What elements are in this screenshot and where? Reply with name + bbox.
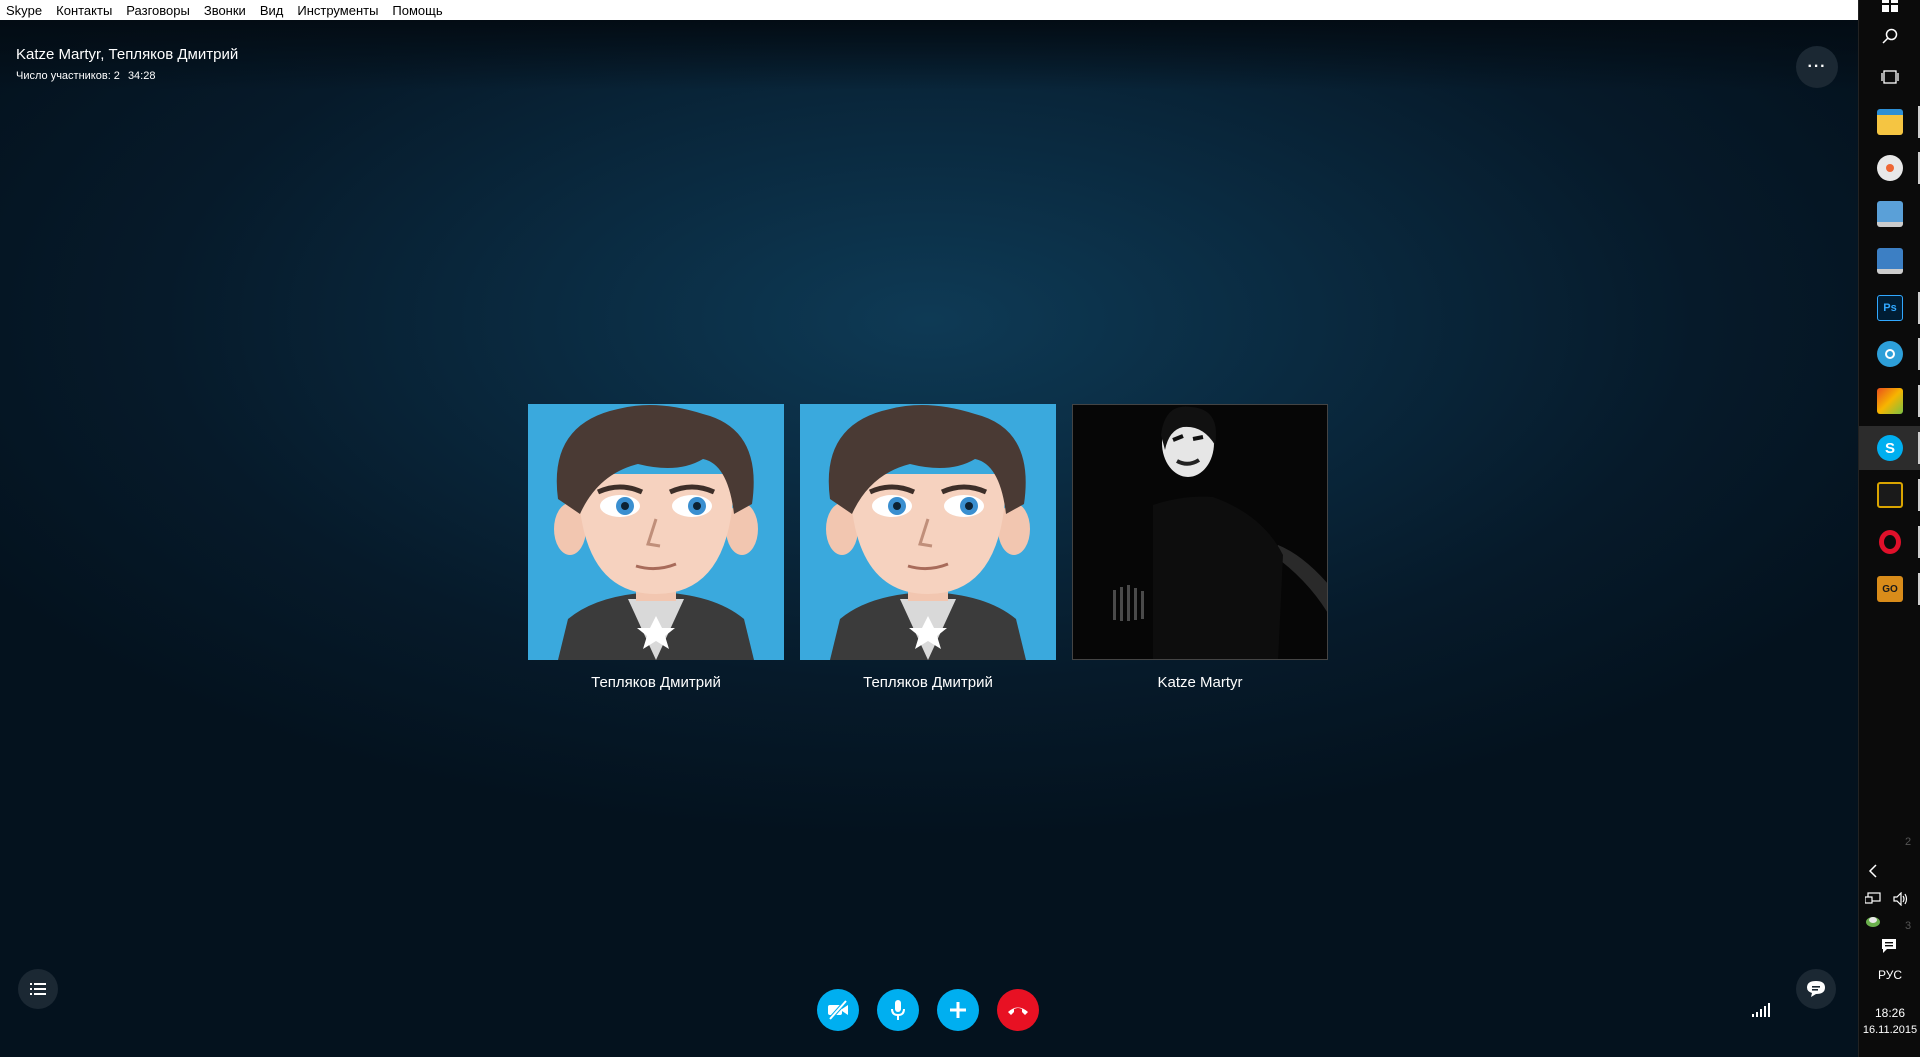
photoshop-icon: Ps [1877, 295, 1903, 321]
taskbar-app-colorful[interactable] [1859, 379, 1920, 423]
opera-icon [1877, 529, 1903, 555]
cartoon-boy-avatar [528, 404, 784, 660]
clock-time[interactable]: 18:26 [1859, 1006, 1920, 1020]
notification-icon [1882, 939, 1896, 953]
windows-icon [1882, 0, 1898, 12]
search-button[interactable] [1859, 14, 1920, 58]
participant-tile[interactable]: Тепляков Дмитрий [528, 404, 784, 691]
app-gear-icon [1877, 341, 1903, 367]
network-computer-icon [1877, 248, 1903, 274]
volume-icon [1893, 891, 1908, 907]
language-indicator[interactable]: РУС [1859, 968, 1920, 982]
cartoon-boy-avatar [800, 404, 1056, 660]
taskbar-app-explorer[interactable] [1859, 100, 1920, 144]
paint-icon [1877, 155, 1903, 181]
add-participant-button[interactable] [937, 989, 979, 1031]
menu-item-view[interactable]: Вид [260, 3, 284, 18]
taskbar-app-photoshop[interactable]: Ps [1859, 286, 1920, 330]
network-icon [1864, 892, 1881, 904]
participant-name: Тепляков Дмитрий [863, 674, 993, 691]
volume-tray-button[interactable] [1893, 891, 1909, 909]
dark-photo-avatar [1072, 404, 1328, 660]
participant-tile[interactable]: Тепляков Дмитрий [800, 404, 1056, 691]
computer-icon [1877, 201, 1903, 227]
taskbar-app-paint[interactable] [1859, 146, 1920, 190]
taskbar-app-computer[interactable] [1859, 192, 1920, 236]
open-chat-button[interactable] [1796, 969, 1836, 1009]
file-explorer-icon [1877, 109, 1903, 135]
menu-item-skype[interactable]: Skype [6, 3, 42, 18]
header-shade [0, 20, 1858, 90]
colorful-app-icon [1877, 388, 1903, 414]
taskbar-app-opera[interactable] [1859, 520, 1920, 564]
end-call-button[interactable] [997, 989, 1039, 1031]
show-hidden-icons-button[interactable] [1868, 864, 1878, 881]
taskbar-app-gear[interactable] [1859, 332, 1920, 376]
hang-up-icon [1008, 1007, 1028, 1015]
taskbar-app-network[interactable] [1859, 239, 1920, 283]
microphone-icon [891, 1000, 905, 1020]
side-number: 3 [1905, 920, 1912, 932]
skype-icon: S [1877, 435, 1903, 461]
toggle-mic-button[interactable] [877, 989, 919, 1031]
menu-item-conversations[interactable]: Разговоры [126, 3, 190, 18]
chevron-left-icon [1868, 864, 1877, 878]
network-tray-button[interactable] [1864, 892, 1881, 909]
menu-bar: Skype Контакты Разговоры Звонки Вид Инст… [0, 0, 1858, 20]
taskbar-app-tools[interactable] [1859, 473, 1920, 517]
toggle-video-button[interactable] [817, 989, 859, 1031]
plus-icon [950, 1002, 966, 1018]
participant-tile[interactable]: Katze Martyr [1072, 404, 1328, 691]
participants-count: Число участников: 2 [16, 70, 120, 82]
chat-icon [1807, 981, 1825, 997]
menu-item-contacts[interactable]: Контакты [56, 3, 112, 18]
menu-item-tools[interactable]: Инструменты [297, 3, 378, 18]
tools-icon [1877, 482, 1903, 508]
taskbar: Ps S GO 2 3 РУС 18:26 16.11.2015 [1858, 0, 1920, 1057]
menu-item-help[interactable]: Помощь [392, 3, 442, 18]
clock-date[interactable]: 16.11.2015 [1859, 1024, 1920, 1036]
taskbar-app-skype[interactable]: S [1859, 426, 1920, 470]
more-options-button[interactable]: ··· [1796, 46, 1838, 88]
call-title: Katze Martyr, Тепляков Дмитрий [16, 46, 239, 63]
call-roster-button[interactable] [18, 969, 58, 1009]
taskbar-app-csgo[interactable]: GO [1859, 567, 1920, 611]
task-view-button[interactable] [1859, 55, 1920, 99]
task-view-icon [1881, 70, 1899, 84]
participant-name: Тепляков Дмитрий [591, 674, 721, 691]
video-off-icon [828, 999, 848, 1021]
call-duration: 34:28 [127, 70, 156, 82]
list-icon [30, 983, 46, 995]
more-icon: ··· [1807, 58, 1827, 75]
csgo-icon: GO [1877, 576, 1903, 602]
search-icon [1882, 28, 1898, 44]
tray-app-icon [1866, 917, 1880, 927]
call-meta: Число участников: 2 34:28 [16, 70, 155, 82]
menu-item-calls[interactable]: Звонки [204, 3, 246, 18]
call-area: Katze Martyr, Тепляков Дмитрий Число уча… [0, 20, 1858, 1057]
side-number: 2 [1905, 836, 1912, 848]
app-tray-button[interactable] [1865, 914, 1881, 931]
signal-bars-icon[interactable] [1752, 1003, 1770, 1022]
participant-name: Katze Martyr [1157, 674, 1243, 691]
action-center-button[interactable] [1881, 938, 1897, 957]
